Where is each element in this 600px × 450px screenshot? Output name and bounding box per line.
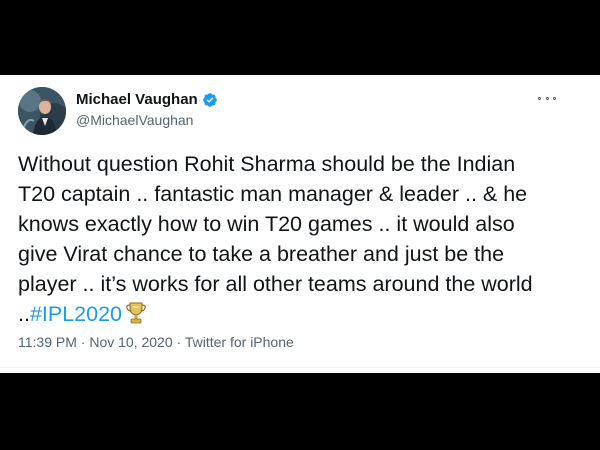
tweet-text-prefix: .. [18, 302, 30, 326]
more-dot [553, 96, 556, 100]
tweet-text-line: T20 captain .. fantastic man manager & l… [18, 182, 528, 206]
letterbox-bottom [0, 373, 600, 450]
more-dot [538, 96, 541, 100]
more-dot [545, 96, 549, 100]
tweet-metadata: 11:39 PM · Nov 10, 2020 · Twitter for iP… [18, 334, 294, 350]
tweet-text-line: Without question Rohit Sharma should be … [18, 152, 516, 176]
separator-dot: · [80, 334, 86, 350]
tweet-text-line: knows exactly how to win T20 games .. it… [18, 212, 515, 236]
letterbox-top [0, 0, 600, 75]
trophy-icon [126, 302, 146, 324]
more-options-icon[interactable] [538, 95, 556, 101]
tweet-text-last-line: ..#IPL2020 [18, 299, 588, 329]
separator-dot: · [176, 334, 182, 350]
tweet-card: Michael Vaughan @MichaelVaughan Without … [0, 75, 600, 373]
tweet-text-line: give Virat chance to take a breather and… [18, 242, 505, 266]
tweet-text-line: player .. it’s works for all other teams… [18, 272, 533, 296]
tweet-date[interactable]: Nov 10, 2020 [89, 334, 172, 350]
profile-photo-icon [18, 87, 66, 135]
avatar[interactable] [18, 87, 66, 135]
author-handle[interactable]: @MichaelVaughan [76, 112, 193, 128]
tweet-time[interactable]: 11:39 PM [18, 334, 77, 350]
tweet-source[interactable]: Twitter for iPhone [185, 334, 294, 350]
divider [0, 367, 600, 368]
hashtag-link[interactable]: #IPL2020 [30, 302, 122, 326]
tweet-text: Without question Rohit Sharma should be … [18, 149, 588, 329]
verified-badge-icon [202, 92, 217, 107]
author-display-name[interactable]: Michael Vaughan [76, 91, 198, 108]
author-name-row: Michael Vaughan [76, 91, 218, 108]
